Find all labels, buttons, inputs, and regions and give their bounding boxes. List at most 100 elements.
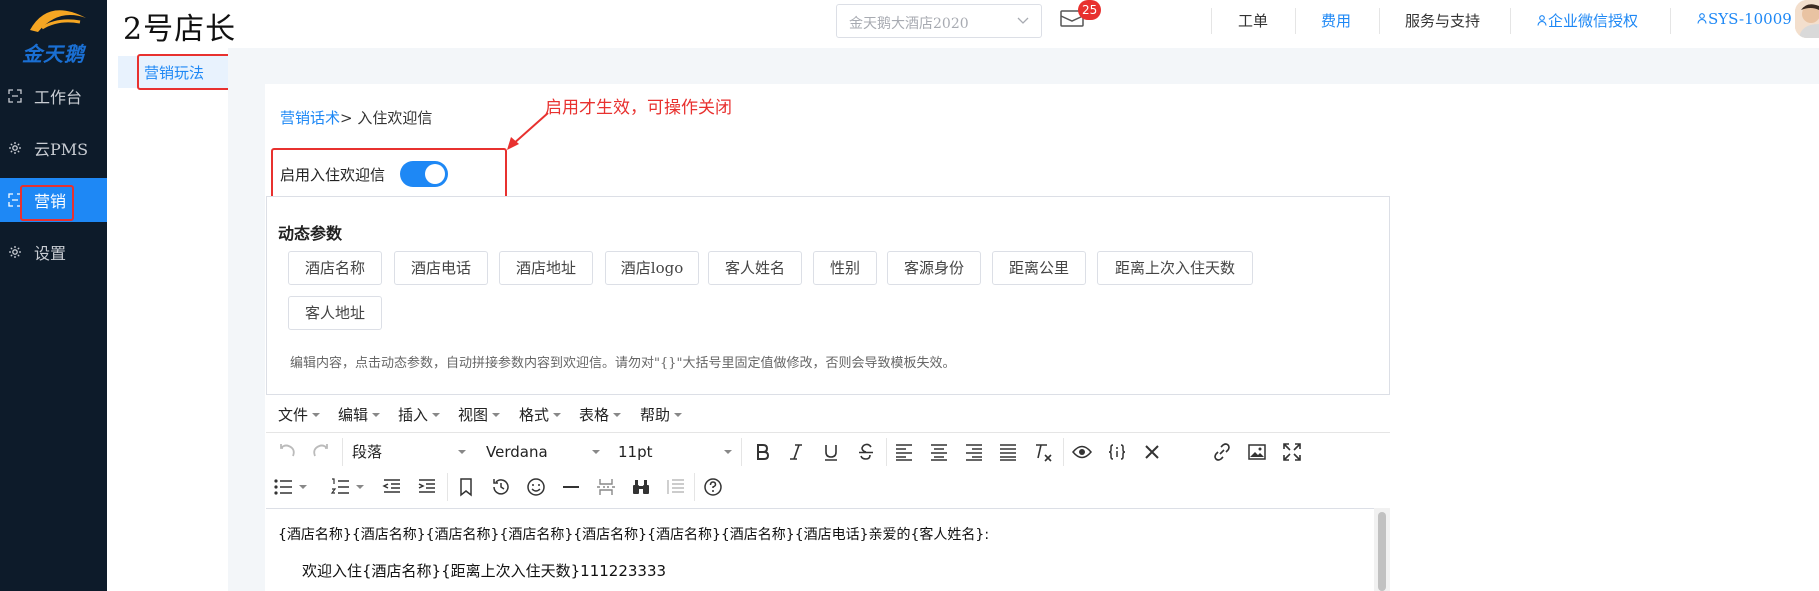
param-chip[interactable]: 酒店地址 (499, 251, 593, 285)
support-link[interactable]: 服务与支持 (1405, 10, 1480, 31)
align-justify-button[interactable] (994, 438, 1022, 466)
fee-link[interactable]: 费用 (1321, 10, 1351, 31)
undo-button[interactable] (273, 438, 301, 466)
find-replace-button[interactable] (627, 473, 655, 501)
breadcrumb-current: 入住欢迎信 (357, 109, 433, 127)
toolbar-separator (1063, 438, 1064, 466)
underline-button[interactable] (817, 438, 845, 466)
menu-view[interactable]: 视图 (458, 404, 501, 425)
align-center-button[interactable] (925, 438, 953, 466)
param-chip[interactable]: 酒店名称 (288, 251, 382, 285)
wechat-auth-link[interactable]: 企业微信授权 (1537, 10, 1638, 31)
param-chip[interactable]: 距离公里 (992, 251, 1086, 285)
param-chip[interactable]: 客源身份 (887, 251, 981, 285)
clear-format-button[interactable] (1029, 438, 1057, 466)
binoculars-icon (633, 480, 649, 494)
outdent-button[interactable] (378, 473, 406, 501)
params-hint: 编辑内容，点击动态参数，自动拼接参数内容到欢迎信。请勿对"{}"大括号里固定值做… (290, 356, 956, 371)
menu-label: 帮助 (640, 406, 671, 424)
emoji-button[interactable] (522, 473, 550, 501)
toolbar-separator (694, 473, 695, 501)
line-height-icon (667, 479, 684, 494)
horizontal-rule-button[interactable] (557, 473, 585, 501)
block-format-select[interactable]: 段落 (352, 438, 466, 466)
indent-icon (418, 479, 435, 493)
menu-file[interactable]: 文件 (278, 404, 321, 425)
params-title: 动态参数 (278, 224, 343, 243)
menu-help[interactable]: 帮助 (640, 404, 683, 425)
menu-format[interactable]: 格式 (519, 404, 562, 425)
scrollbar-thumb[interactable] (1378, 512, 1386, 591)
align-right-button[interactable] (960, 438, 988, 466)
side-navigation: 金天鹅 工作台 云PMS 营销 设置 (0, 0, 107, 591)
clear-format-icon (1036, 444, 1052, 462)
bullet-list-icon (274, 479, 292, 495)
preview-button[interactable] (1068, 438, 1096, 466)
ticket-link[interactable]: 工单 (1238, 10, 1268, 31)
logo-swoosh-icon (30, 10, 86, 32)
menu-edit[interactable]: 编辑 (338, 404, 381, 425)
fullscreen-button[interactable] (1278, 438, 1306, 466)
menu-table[interactable]: 表格 (579, 404, 622, 425)
image-button[interactable] (1243, 438, 1271, 466)
emoji-icon (527, 478, 545, 496)
user-menu[interactable]: SYS-10009 (1697, 10, 1792, 28)
align-justify-icon (1000, 444, 1016, 461)
param-chip[interactable]: 客人姓名 (708, 251, 802, 285)
help-icon (704, 478, 722, 496)
hotel-select[interactable]: 金天鹅大酒店2020 (836, 4, 1042, 38)
divider (1379, 8, 1380, 34)
mail-badge: 25 (1078, 0, 1102, 20)
param-chip[interactable]: 酒店电话 (394, 251, 488, 285)
undo-icon (280, 444, 295, 457)
gear-icon (9, 246, 21, 258)
param-chip[interactable]: 距离上次入住天数 (1097, 251, 1253, 285)
bullet-list-button[interactable] (273, 473, 317, 501)
sidebar-item-settings[interactable]: 设置 (0, 230, 107, 274)
font-size-value: 11pt (618, 443, 653, 461)
sidebar-item-cloud-pms[interactable]: 云PMS (0, 126, 107, 170)
param-chip[interactable]: 客人地址 (288, 296, 382, 330)
menu-label: 视图 (458, 406, 489, 424)
numbered-list-button[interactable] (330, 473, 374, 501)
align-left-button[interactable] (890, 438, 918, 466)
link-icon (1214, 443, 1230, 461)
bookmark-button[interactable] (452, 473, 480, 501)
italic-button[interactable] (782, 438, 810, 466)
font-family-value: Verdana (486, 443, 548, 461)
bold-button[interactable] (748, 438, 776, 466)
history-button[interactable] (487, 473, 515, 501)
avatar[interactable] (1795, 0, 1819, 38)
editor-scrollbar[interactable] (1374, 508, 1390, 591)
strikethrough-button[interactable] (852, 438, 880, 466)
divider (1295, 8, 1296, 34)
param-chip[interactable]: 性别 (813, 251, 877, 285)
breadcrumb-parent-link[interactable]: 营销话术 (280, 109, 340, 127)
font-family-select[interactable]: Verdana (486, 438, 600, 466)
history-icon (493, 479, 509, 495)
indent-button[interactable] (413, 473, 441, 501)
highlight-box-toggle (271, 148, 507, 202)
link-button[interactable] (1208, 438, 1236, 466)
divider (1510, 8, 1511, 34)
user-icon (1537, 15, 1547, 26)
highlight-box-marketing (20, 185, 74, 221)
line-height-button[interactable] (662, 473, 690, 501)
page-break-button[interactable] (592, 473, 620, 501)
outdent-icon (382, 479, 400, 493)
param-chip[interactable]: 酒店logo (605, 251, 699, 285)
toolbar-separator (342, 438, 343, 466)
logo: 金天鹅 (0, 0, 107, 70)
code-button[interactable] (1103, 438, 1131, 466)
menu-insert[interactable]: 插入 (398, 404, 441, 425)
help-button[interactable] (699, 473, 727, 501)
sidebar-item-workbench[interactable]: 工作台 (0, 74, 107, 118)
remove-button[interactable] (1138, 438, 1166, 466)
sidebar-item-label: 工作台 (34, 88, 83, 107)
align-right-icon (966, 444, 982, 461)
redo-button[interactable] (307, 438, 335, 466)
font-size-select[interactable]: 11pt (618, 438, 732, 466)
italic-icon (790, 444, 802, 460)
sidebar-item-label: 设置 (34, 244, 67, 263)
user-icon (1697, 13, 1707, 24)
